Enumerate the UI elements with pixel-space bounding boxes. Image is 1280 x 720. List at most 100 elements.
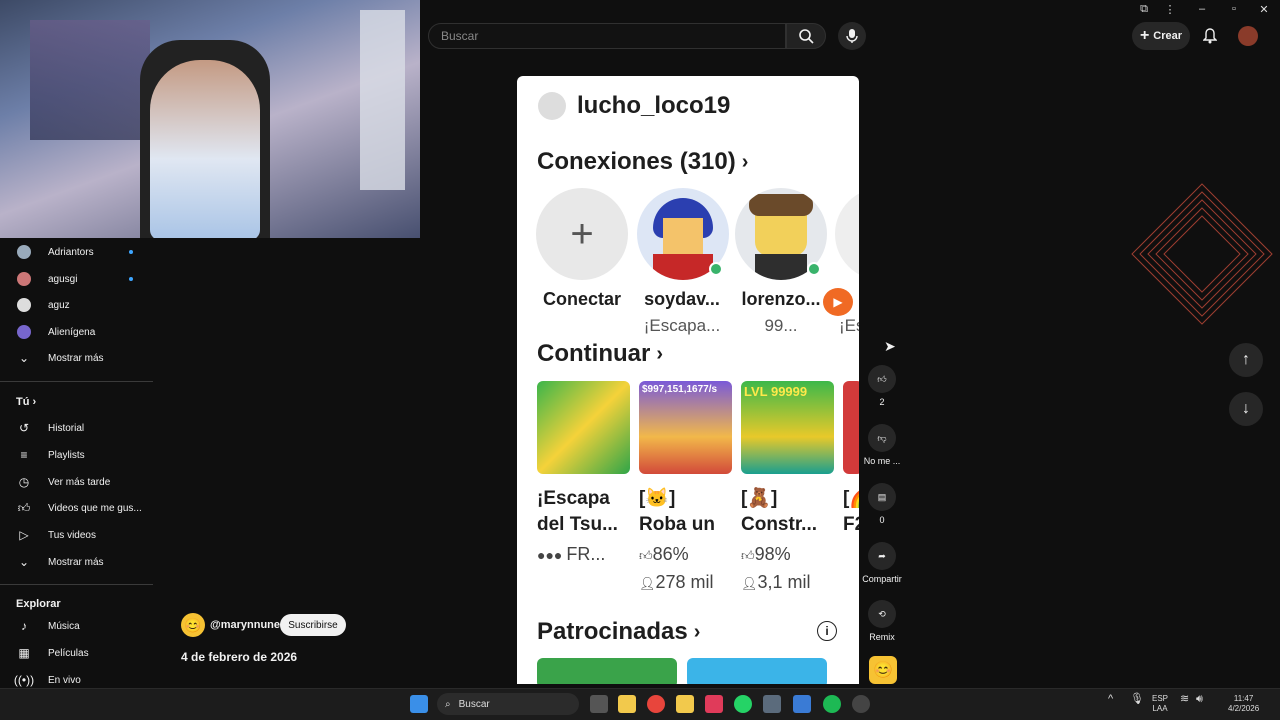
clock[interactable]: 11:47 4/2/2026 xyxy=(1228,694,1259,714)
subscribe-button[interactable]: Suscribirse xyxy=(280,614,346,636)
decorative-diamond-icon xyxy=(1131,183,1273,325)
connection-status: ¡Es xyxy=(839,316,859,335)
wifi-icon[interactable]: ≋ xyxy=(1180,694,1189,705)
sponsored-thumbnail[interactable] xyxy=(687,658,827,684)
sidebar-item-your-videos[interactable]: ▷ Tus videos xyxy=(0,522,153,548)
chevron-right-icon: › xyxy=(693,620,701,643)
person-icon: 👤︎ xyxy=(639,576,656,591)
game-thumbnail[interactable]: $997,151,1677/s xyxy=(639,381,732,474)
online-indicator xyxy=(709,262,723,276)
subscription-label: aguz xyxy=(48,299,70,311)
plus-icon: + xyxy=(1139,27,1150,44)
show-more-label: Mostrar más xyxy=(48,352,104,364)
subscription-item[interactable]: Adriantors xyxy=(0,239,153,265)
search-icon: ⌕ xyxy=(445,698,451,710)
voice-search-button[interactable] xyxy=(838,22,866,50)
remix-button[interactable]: ⟲ Remix xyxy=(862,600,902,642)
live-icon: ((•)) xyxy=(13,673,35,687)
volume-icon[interactable]: 🔊︎ xyxy=(1196,694,1203,705)
close-button[interactable]: ✕ xyxy=(1250,0,1278,18)
sponsored-header: Patrocinadas › xyxy=(537,618,701,645)
extensions-icon[interactable]: ⧉ xyxy=(1130,0,1158,18)
channel-name[interactable]: @marynnune xyxy=(210,619,280,631)
sidebar-item-label: Historial xyxy=(48,422,85,434)
game-title[interactable]: [🐱] Roba un xyxy=(639,486,735,538)
connection-status: ¡Escapa... xyxy=(643,316,721,335)
connections-header: Conexiones (310) › xyxy=(537,148,749,175)
sponsored-thumbnail[interactable] xyxy=(537,658,677,684)
chrome-icon[interactable] xyxy=(647,695,665,713)
history-icon: ↺ xyxy=(18,421,30,435)
sidebar-item-liked-videos[interactable]: 👍︎ Videos que me gus... xyxy=(0,495,153,521)
video-editor-icon[interactable] xyxy=(705,695,723,713)
playlists-icon: ≡ xyxy=(20,448,28,462)
subscription-item[interactable]: Alienígena xyxy=(0,319,153,345)
thumbs-down-icon: 👎︎ xyxy=(868,424,896,452)
sidebar-item-movies[interactable]: ▦ Películas xyxy=(0,640,153,666)
language-indicator[interactable]: ESP LAA xyxy=(1152,694,1168,714)
channel-thumbnail[interactable]: 😊 xyxy=(869,656,897,684)
account-avatar[interactable] xyxy=(1238,26,1258,46)
online-indicator xyxy=(807,262,821,276)
microphone-tray-icon[interactable]: 🎙︎ xyxy=(1130,694,1144,705)
channel-avatar[interactable]: 😊 xyxy=(181,613,205,637)
game-thumbnail[interactable] xyxy=(537,381,630,474)
settings-icon[interactable] xyxy=(763,695,781,713)
short-video-player[interactable]: lucho_loco19 Conexiones (310) › + Conecta… xyxy=(517,76,859,684)
subscription-label: agusgi xyxy=(48,273,78,285)
spotify-icon[interactable] xyxy=(823,695,841,713)
arrow-down-icon: ↓ xyxy=(1242,400,1250,417)
person-icon: 👤︎ xyxy=(741,576,758,591)
thumbs-up-icon: 👍︎ xyxy=(639,548,653,563)
menu-dots-icon[interactable]: ⋮ xyxy=(1156,0,1184,18)
watch-later-icon: ◷ xyxy=(18,475,30,489)
chevron-down-icon: ⌄ xyxy=(18,351,30,365)
game-thumbnail[interactable] xyxy=(843,381,859,474)
profile-avatar xyxy=(538,92,566,120)
search-input[interactable]: Buscar xyxy=(428,23,786,49)
sidebar-item-music[interactable]: ♪ Música xyxy=(0,613,153,639)
show-more-subscriptions[interactable]: ⌄ Mostrar más xyxy=(0,345,153,371)
game-thumbnail[interactable]: LVL 99999 xyxy=(741,381,834,474)
search-button[interactable] xyxy=(786,23,826,49)
your-videos-icon: ▷ xyxy=(19,528,29,542)
taskbar-search[interactable]: ⌕ Buscar xyxy=(437,693,579,715)
windows-start-icon[interactable] xyxy=(410,695,428,713)
maximize-button[interactable]: ▫ xyxy=(1220,0,1248,18)
mouse-cursor-icon: ➤ xyxy=(884,338,896,354)
comments-count: 0 xyxy=(879,515,885,525)
subscription-item[interactable]: agusgi xyxy=(0,266,153,292)
profile-username: lucho_loco19 xyxy=(577,92,731,119)
arrow-up-icon: ↑ xyxy=(1242,351,1250,368)
info-icon[interactable]: i xyxy=(817,621,837,641)
whatsapp-icon[interactable] xyxy=(734,695,752,713)
game-title[interactable]: ¡Escapa del Tsu... xyxy=(537,486,633,538)
app-icon[interactable] xyxy=(793,695,811,713)
previous-short-button[interactable]: ↑ xyxy=(1229,343,1263,377)
file-explorer-icon[interactable] xyxy=(676,695,694,713)
store-icon[interactable] xyxy=(618,695,636,713)
game-title[interactable]: [🌈F2 xyxy=(843,486,859,538)
game-title[interactable]: [🧸] Constr... xyxy=(741,486,837,538)
sidebar-item-watch-later[interactable]: ◷ Ver más tarde xyxy=(0,469,153,495)
chevron-up-icon[interactable]: ^ xyxy=(1108,694,1113,705)
subscription-item[interactable]: aguz xyxy=(0,292,153,318)
minimize-button[interactable]: – xyxy=(1188,0,1216,18)
dislike-button[interactable]: 👎︎ No me ... xyxy=(862,424,902,466)
task-view-icon[interactable] xyxy=(590,695,608,713)
comment-icon: ▤ xyxy=(868,483,896,511)
notifications-button[interactable] xyxy=(1198,24,1222,48)
sidebar-item-history[interactable]: ↺ Historial xyxy=(0,415,153,441)
comments-button[interactable]: ▤ 0 xyxy=(862,483,902,525)
you-section-header[interactable]: Tú › xyxy=(16,396,36,408)
like-button[interactable]: 👍︎ 2 xyxy=(862,365,902,407)
show-more-you[interactable]: ⌄ Mostrar más xyxy=(0,549,153,575)
next-short-button[interactable]: ↓ xyxy=(1229,392,1263,426)
obs-icon[interactable] xyxy=(852,695,870,713)
continue-header: Continuar › xyxy=(537,340,663,367)
sidebar-item-playlists[interactable]: ≡ Playlists xyxy=(0,442,153,468)
share-button[interactable]: ➦ Compartir xyxy=(862,542,902,584)
sidebar-item-label: Tus videos xyxy=(48,529,96,541)
channel-avatar xyxy=(17,325,31,339)
create-button[interactable]: + Crear xyxy=(1132,22,1190,50)
